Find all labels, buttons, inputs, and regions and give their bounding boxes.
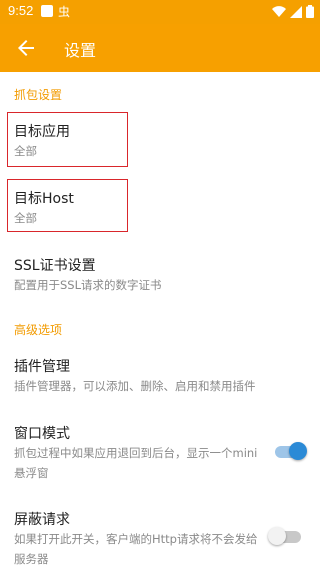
window-mode-toggle[interactable] <box>272 440 308 462</box>
block-requests-toggle[interactable] <box>268 525 304 547</box>
section-header-advanced: 高级选项 <box>14 323 63 337</box>
wifi-icon <box>272 5 286 17</box>
item-title: SSL证书设置 <box>14 258 96 274</box>
status-time: 9:52 <box>8 3 34 18</box>
cell-signal-icon <box>290 5 302 18</box>
item-subtitle: 如果打开此开关，客户端的Http请求将不会发给服务器 <box>14 532 258 566</box>
app-bar: 设置 <box>0 24 320 72</box>
battery-icon <box>306 5 314 18</box>
item-title: 插件管理 <box>14 359 70 375</box>
item-subtitle: 插件管理器，可以添加、删除、启用和禁用插件 <box>14 379 256 393</box>
settings-item-window-mode[interactable]: 窗口模式 抓包过程中如果应用退回到后台，显示一个mini悬浮窗 <box>0 412 320 492</box>
status-bar: 9:52 虫 <box>0 0 320 24</box>
highlight-box-target-host <box>7 179 128 232</box>
item-title: 屏蔽请求 <box>14 512 70 528</box>
settings-item-block-requests[interactable]: 屏蔽请求 如果打开此开关，客户端的Http请求将不会发给服务器 <box>0 497 320 568</box>
settings-item-plugins[interactable]: 插件管理 插件管理器，可以添加、删除、启用和禁用插件 <box>0 344 320 406</box>
highlight-box-target-app <box>7 112 128 167</box>
settings-item-ssl-cert[interactable]: SSL证书设置 配置用于SSL请求的数字证书 <box>0 243 320 307</box>
page-title: 设置 <box>64 41 97 60</box>
section-header-capture: 抓包设置 <box>14 88 63 102</box>
item-subtitle: 配置用于SSL请求的数字证书 <box>14 278 162 292</box>
item-title: 窗口模式 <box>14 426 70 442</box>
notification-bug-icon: 虫 <box>58 5 71 19</box>
notification-app-icon <box>41 5 53 17</box>
back-button[interactable] <box>14 36 38 60</box>
arrow-left-icon <box>18 40 34 56</box>
item-subtitle: 抓包过程中如果应用退回到后台，显示一个mini悬浮窗 <box>14 446 258 480</box>
